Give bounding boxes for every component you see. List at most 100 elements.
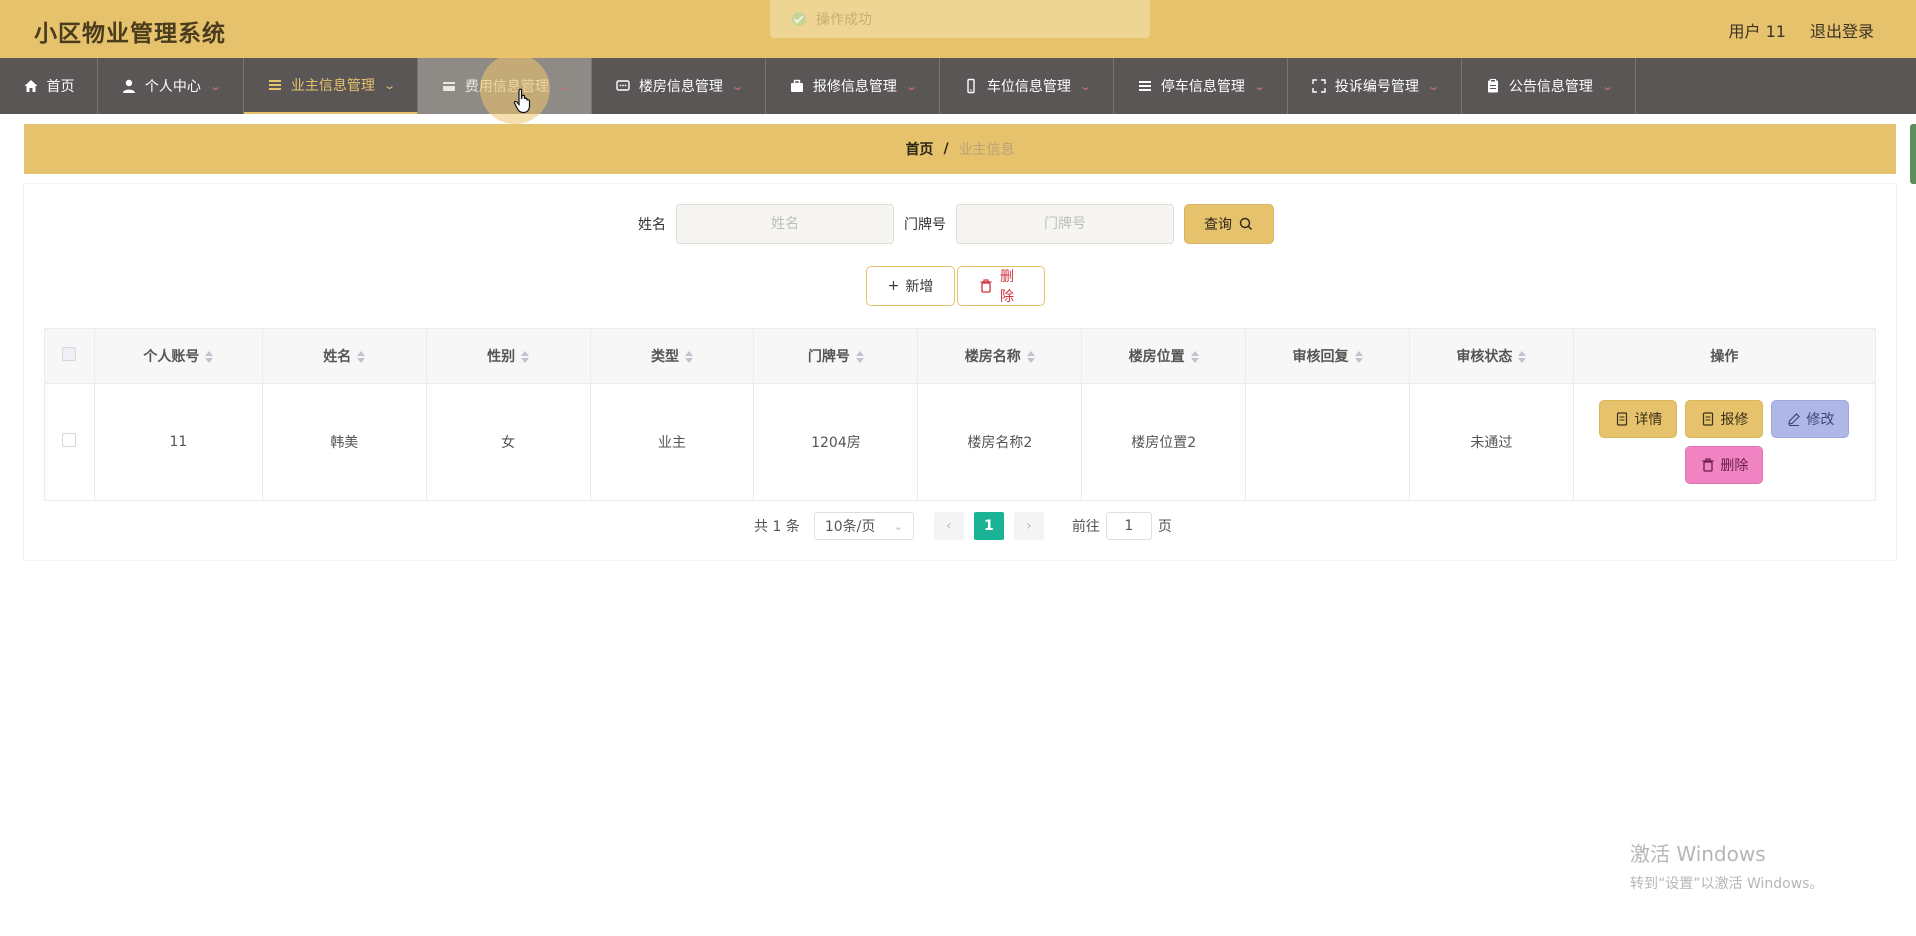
nav-label: 个人中心 xyxy=(144,79,201,95)
chevron-down-icon: ⌄ xyxy=(1253,79,1266,93)
page-size-value: 10条/页 xyxy=(824,519,876,535)
nav-label: 车位信息管理 xyxy=(986,79,1071,95)
page-unit-label: 页 xyxy=(1157,519,1172,535)
column-header[interactable]: 个人账号 xyxy=(94,328,263,384)
logout-link[interactable]: 退出登录 xyxy=(1810,18,1874,42)
column-header[interactable]: 审核状态 xyxy=(1409,328,1574,384)
delete-button[interactable]: 删除 xyxy=(1685,446,1764,484)
trash-icon xyxy=(1700,457,1716,473)
nav-label: 停车信息管理 xyxy=(1160,79,1245,95)
nav-item-owner-info[interactable]: 业主信息管理 ⌄ xyxy=(244,58,418,114)
page-number-button[interactable]: 1 xyxy=(973,512,1004,540)
sort-icon[interactable] xyxy=(205,351,214,363)
nav-item-parking-info[interactable]: 停车信息管理 ⌄ xyxy=(1114,58,1288,114)
sort-icon[interactable] xyxy=(1354,351,1363,363)
nav-item-home[interactable]: 首页 xyxy=(0,58,98,114)
list-icon xyxy=(267,77,283,93)
name-label: 姓名 xyxy=(638,217,666,233)
nav-item-parking-space-info[interactable]: 车位信息管理 ⌄ xyxy=(940,58,1114,114)
nav-item-building-info[interactable]: 楼房信息管理 ⌄ xyxy=(592,58,766,114)
side-scroll-tab[interactable] xyxy=(1910,124,1916,184)
row-checkbox[interactable] xyxy=(62,433,77,447)
sort-icon[interactable] xyxy=(855,351,864,363)
pagination-total: 共 1 条 xyxy=(754,519,800,535)
action-buttons: + 新增 删除 xyxy=(866,266,1045,306)
search-form: 姓名 门牌号 查询 xyxy=(638,204,1274,244)
prev-page-button[interactable]: ‹ xyxy=(933,512,964,540)
sort-icon[interactable] xyxy=(521,351,530,363)
query-button[interactable]: 查询 xyxy=(1184,204,1274,244)
column-header[interactable]: 姓名 xyxy=(262,328,427,384)
column-header[interactable]: 楼房名称 xyxy=(917,328,1083,384)
column-header[interactable]: 类型 xyxy=(590,328,755,384)
owner-table: 个人账号 姓名 性别 类型 门牌号 楼房名称 楼房位置 审核回复 审核状态 操作… xyxy=(44,328,1877,501)
sort-icon[interactable] xyxy=(1026,351,1035,363)
sort-icon[interactable] xyxy=(357,351,366,363)
batch-delete-button[interactable]: 删除 xyxy=(957,266,1045,306)
select-all-checkbox[interactable] xyxy=(62,347,77,361)
chevron-down-icon: ⌄ xyxy=(1601,79,1614,93)
chevron-left-icon: ‹ xyxy=(946,518,952,534)
next-page-button[interactable]: › xyxy=(1013,512,1044,540)
fullscreen-icon xyxy=(1311,78,1327,94)
document-icon xyxy=(1614,411,1630,427)
pagination: 共 1 条 10条/页 ⌄ ‹ 1 › 前往 页 xyxy=(754,512,1172,540)
success-toast: 操作成功 xyxy=(770,0,1150,38)
delete-label: 删除 xyxy=(1720,458,1749,474)
watermark-title: 激活 Windows xyxy=(1630,842,1766,866)
breadcrumb-separator: / xyxy=(943,141,949,157)
user-name[interactable]: 用户 11 xyxy=(1729,18,1786,42)
nav-item-repair-info[interactable]: 报修信息管理 ⌄ xyxy=(766,58,940,114)
nav-label: 公告信息管理 xyxy=(1508,79,1593,95)
repair-button[interactable]: 报修 xyxy=(1685,400,1764,438)
home-icon xyxy=(23,78,39,94)
user-area: 用户 11 退出登录 xyxy=(1729,18,1874,42)
toast-text: 操作成功 xyxy=(816,12,872,28)
chevron-down-icon: ⌄ xyxy=(893,519,903,533)
delete-label: 删除 xyxy=(1000,269,1014,305)
chevron-down-icon: ⌄ xyxy=(209,79,222,93)
search-icon xyxy=(1238,216,1254,232)
edit-button[interactable]: 修改 xyxy=(1771,400,1850,438)
chevron-right-icon: › xyxy=(1026,518,1032,534)
cell-door-number: 1204房 xyxy=(753,383,919,501)
sort-icon[interactable] xyxy=(1518,351,1527,363)
add-label: 新增 xyxy=(905,279,934,295)
page-size-select[interactable]: 10条/页 ⌄ xyxy=(813,512,914,540)
chevron-down-icon: ⌄ xyxy=(383,78,396,92)
name-input[interactable] xyxy=(676,204,894,244)
main-nav: 首页 个人中心 ⌄ 业主信息管理 ⌄ 费用信息管理 ⌄ 楼房信息管理 ⌄ 报修信… xyxy=(0,58,1916,114)
nav-item-fee-info[interactable]: 费用信息管理 ⌄ xyxy=(418,58,592,114)
column-header[interactable]: 审核回复 xyxy=(1245,328,1410,384)
add-button[interactable]: + 新增 xyxy=(866,266,955,306)
breadcrumb: 首页 / 业主信息 xyxy=(24,124,1896,174)
column-header[interactable]: 楼房位置 xyxy=(1081,328,1247,384)
column-header[interactable]: 门牌号 xyxy=(753,328,919,384)
chevron-down-icon: ⌄ xyxy=(1427,79,1440,93)
column-header[interactable]: 性别 xyxy=(426,328,591,384)
repair-label: 报修 xyxy=(1720,412,1749,428)
edit-label: 修改 xyxy=(1806,412,1835,428)
nav-label: 首页 xyxy=(46,79,75,95)
windows-watermark: 激活 Windows 转到“设置”以激活 Windows。 xyxy=(1630,838,1823,893)
chat-icon xyxy=(615,78,631,94)
nav-item-complaint-info[interactable]: 投诉编号管理 ⌄ xyxy=(1288,58,1462,114)
nav-item-notice-info[interactable]: 公告信息管理 ⌄ xyxy=(1462,58,1636,114)
cell-account: 11 xyxy=(94,383,263,501)
table-header-row: 个人账号 姓名 性别 类型 门牌号 楼房名称 楼房位置 审核回复 审核状态 操作 xyxy=(44,328,1877,384)
door-label: 门牌号 xyxy=(904,217,946,233)
detail-button[interactable]: 详情 xyxy=(1599,400,1678,438)
goto-page-input[interactable] xyxy=(1105,512,1152,540)
top-header: 小区物业管理系统 操作成功 用户 11 退出登录 xyxy=(0,0,1916,58)
breadcrumb-home[interactable]: 首页 xyxy=(905,139,933,159)
chevron-down-icon: ⌄ xyxy=(905,79,918,93)
sort-icon[interactable] xyxy=(685,351,694,363)
pencil-icon xyxy=(1786,411,1802,427)
success-icon xyxy=(792,12,806,26)
door-number-input[interactable] xyxy=(956,204,1174,244)
table-row: 11 韩美 女 业主 1204房 楼房名称2 楼房位置2 未通过 详情 报修 修… xyxy=(44,383,1877,501)
list-icon xyxy=(1137,78,1153,94)
sort-icon[interactable] xyxy=(1190,351,1199,363)
nav-item-personal-center[interactable]: 个人中心 ⌄ xyxy=(98,58,244,114)
plus-icon: + xyxy=(887,278,900,294)
